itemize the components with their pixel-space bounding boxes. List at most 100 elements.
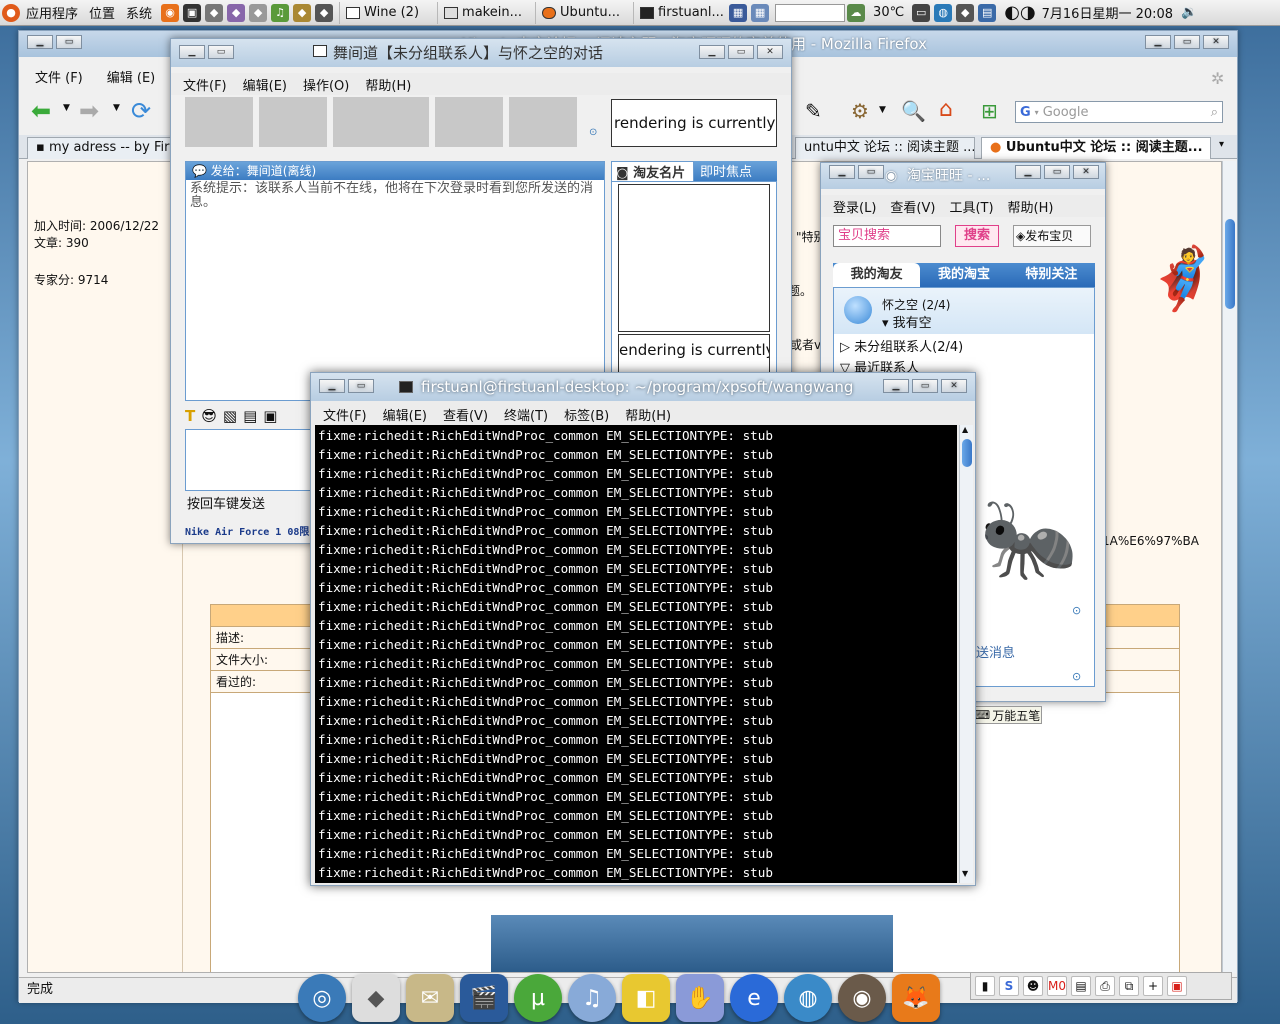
clapper-icon[interactable]: 🎬	[460, 974, 508, 1022]
back-dropdown-icon[interactable]: ▼	[63, 103, 70, 113]
screenshot-icon[interactable]: ▧	[223, 407, 237, 425]
close-button[interactable]: ✕	[1203, 35, 1229, 49]
app-icon[interactable]: ◆	[956, 3, 975, 22]
add-icon[interactable]: +	[1143, 976, 1163, 996]
menu-file[interactable]: 文件(F)	[323, 405, 367, 424]
toolbar-button[interactable]	[435, 97, 503, 147]
scroll-up-icon[interactable]: ▲	[962, 425, 968, 434]
shade-button[interactable]: ▁	[829, 165, 855, 179]
menu-applications[interactable]: 应用程序	[22, 3, 85, 22]
reload-icon[interactable]: ⟳	[131, 97, 151, 125]
emoticon-icon[interactable]: 😎	[201, 407, 217, 425]
app-launcher-icon[interactable]: ◆	[227, 3, 246, 22]
tray-red-icon[interactable]: ▣	[1167, 976, 1187, 996]
tray-window-icon[interactable]: ⧉	[1119, 976, 1139, 996]
addon-icon[interactable]: ⚙	[851, 99, 869, 123]
menu-help[interactable]: 帮助(H)	[365, 75, 411, 94]
monitor-icon[interactable]: ▭	[912, 3, 931, 22]
menu-file[interactable]: 文件(F)	[183, 75, 227, 94]
taskbar-item-ubuntu[interactable]: Ubuntu...	[535, 1, 629, 24]
self-status[interactable]: ▾ 我有空	[882, 312, 932, 331]
office-icon[interactable]: ◧	[622, 974, 670, 1022]
workspace-icon[interactable]: ▦	[729, 3, 748, 22]
scrollbar-thumb[interactable]	[1225, 219, 1235, 309]
ie-icon[interactable]: e	[730, 974, 778, 1022]
forward-arrow-icon[interactable]: ➡	[79, 97, 99, 125]
scroll-down-icon[interactable]: ▼	[962, 869, 968, 878]
utorrent-icon[interactable]: µ	[514, 974, 562, 1022]
tab-my-adress[interactable]: ▪ my adress -- by Firs	[27, 137, 179, 159]
app-launcher-icon[interactable]: ◆	[205, 3, 224, 22]
tab-ubuntu-active[interactable]: ● Ubuntu中文 论坛 :: 阅读主题...	[981, 137, 1211, 159]
home-icon[interactable]: ⌂	[939, 97, 953, 122]
minimize-button[interactable]: ▁	[1015, 165, 1041, 179]
scrollbar-thumb[interactable]	[962, 439, 972, 467]
new-tab-icon[interactable]: ⊞	[981, 99, 998, 123]
taskbar-item-wine[interactable]: Wine (2)	[339, 1, 433, 24]
send-message-link[interactable]: 送消息	[976, 642, 1015, 661]
network-status-icon[interactable]: ▤	[978, 3, 997, 22]
close-button[interactable]: ✕	[1073, 165, 1099, 179]
taskbar-item-firstuanl[interactable]: firstuanl...	[633, 1, 727, 24]
music-launcher-icon[interactable]: ♫	[271, 3, 290, 22]
menu-help[interactable]: 帮助(H)	[1008, 197, 1054, 216]
search-go-icon[interactable]: ⌕	[1211, 105, 1218, 120]
close-button[interactable]: ✕	[757, 45, 783, 59]
lifebuoy-icon[interactable]: ◎	[298, 974, 346, 1022]
engine-dropdown-icon[interactable]: ▾	[1035, 108, 1039, 117]
gmail-icon[interactable]: M0	[1047, 976, 1067, 996]
globe-icon[interactable]: ◍	[784, 974, 832, 1022]
firefox-launcher-icon[interactable]: ◉	[161, 3, 180, 22]
restore-button[interactable]: ▭	[858, 165, 884, 179]
music-icon[interactable]: ♫	[568, 974, 616, 1022]
tray-face-icon[interactable]: ☻	[1023, 976, 1043, 996]
fox-icon[interactable]: 🦊	[892, 974, 940, 1022]
screenshot-thumbnail[interactable]	[491, 915, 893, 972]
ww-search-button[interactable]: 搜索	[955, 225, 999, 247]
image-icon[interactable]: ▣	[263, 407, 277, 425]
notes-icon[interactable]: ✉	[406, 974, 454, 1022]
font-icon[interactable]: T	[185, 407, 195, 425]
message-input[interactable]	[185, 429, 325, 491]
search-box[interactable]: G ▾ Google ⌕	[1015, 101, 1223, 123]
ad-link[interactable]: Nike Air Force 1 08限	[185, 523, 325, 538]
menu-edit[interactable]: 编辑 (E)	[107, 67, 156, 86]
taskbar-item-makein[interactable]: makein...	[437, 1, 531, 24]
network-icon[interactable]: ◍	[934, 3, 953, 22]
workspace-switcher[interactable]	[775, 3, 846, 22]
maximize-button[interactable]: ▭	[728, 45, 754, 59]
minimize-button[interactable]: ▁	[883, 379, 909, 393]
menu-tabs[interactable]: 标签(B)	[564, 405, 609, 424]
restore-button[interactable]: ▭	[208, 45, 234, 59]
hand-icon[interactable]: ✋	[676, 974, 724, 1022]
menu-edit[interactable]: 编辑(E)	[243, 75, 287, 94]
tab-card[interactable]: ◙ 淘友名片	[611, 161, 694, 181]
maximize-button[interactable]: ▭	[1174, 35, 1200, 49]
avatar[interactable]	[844, 296, 872, 324]
minimize-button[interactable]: ▁	[699, 45, 725, 59]
ww-publish-button[interactable]: ◈发布宝贝	[1013, 225, 1091, 247]
volume-icon[interactable]: 🔉	[1173, 5, 1197, 20]
tab-my-friends[interactable]: 我的淘友	[833, 263, 921, 287]
menu-tools[interactable]: 工具(T)	[949, 197, 993, 216]
addon-dropdown-icon[interactable]: ▼	[879, 105, 886, 115]
forward-dropdown-icon[interactable]: ▼	[113, 103, 120, 113]
scroll-down-icon[interactable]: ⊙	[1072, 604, 1081, 617]
maximize-button[interactable]: ▭	[1044, 165, 1070, 179]
menu-view[interactable]: 查看(V)	[443, 405, 488, 424]
toolbar-button[interactable]	[259, 97, 327, 147]
app-launcher-icon[interactable]: ◆	[249, 3, 268, 22]
send-hint[interactable]: 按回车键发送	[187, 493, 325, 512]
shade-button[interactable]: ▁	[27, 35, 53, 49]
page-scrollbar[interactable]	[1222, 161, 1236, 973]
workspace-icon[interactable]: ▦	[751, 3, 770, 22]
menu-terminal[interactable]: 终端(T)	[504, 405, 548, 424]
tab-focus[interactable]: 即时焦点	[694, 161, 777, 181]
tab-special-follow[interactable]: 特别关注	[1008, 263, 1095, 287]
menu-action[interactable]: 操作(O)	[303, 75, 349, 94]
toolbar-more-icon[interactable]: ⊙	[589, 127, 597, 138]
tab-ubuntu-1[interactable]: untu中文 论坛 :: 阅读主题 ...	[795, 137, 975, 159]
restore-button[interactable]: ▭	[56, 35, 82, 49]
file-icon[interactable]: ▤	[243, 407, 257, 425]
shade-button[interactable]: ▁	[179, 45, 205, 59]
